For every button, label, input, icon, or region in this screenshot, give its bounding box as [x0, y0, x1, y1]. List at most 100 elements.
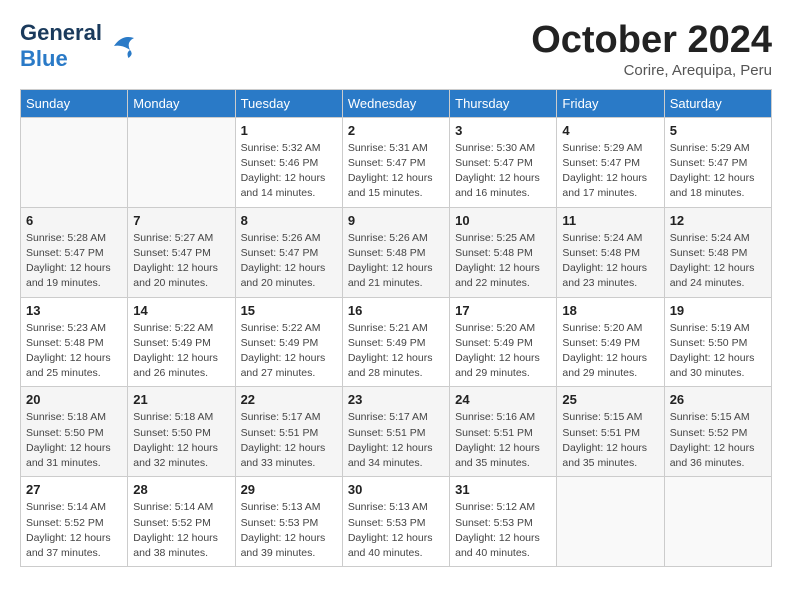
calendar-cell: 4 Sunrise: 5:29 AM Sunset: 5:47 PM Daylig… [557, 117, 664, 207]
weekday-header-tuesday: Tuesday [235, 89, 342, 117]
day-number: 2 [348, 123, 444, 138]
day-number: 19 [670, 303, 766, 318]
calendar-cell: 6 Sunrise: 5:28 AM Sunset: 5:47 PM Daylig… [21, 207, 128, 297]
day-info: Sunrise: 5:22 AM Sunset: 5:49 PM Dayligh… [241, 321, 337, 382]
weekday-header-friday: Friday [557, 89, 664, 117]
calendar-cell: 17 Sunrise: 5:20 AM Sunset: 5:49 PM Dayli… [450, 297, 557, 387]
day-info: Sunrise: 5:18 AM Sunset: 5:50 PM Dayligh… [26, 410, 122, 471]
calendar-cell: 18Sunrise: 5:20 AM Sunset: 5:49 PM Dayli… [557, 297, 664, 387]
calendar-week-row: 20 Sunrise: 5:18 AM Sunset: 5:50 PM Dayli… [21, 387, 772, 477]
title-block: October 2024 Corire, Arequipa, Peru [531, 20, 772, 79]
calendar-week-row: 27 Sunrise: 5:14 AM Sunset: 5:52 PM Dayli… [21, 477, 772, 567]
weekday-header-sunday: Sunday [21, 89, 128, 117]
logo-general-text: General Blue [20, 20, 102, 72]
calendar-cell: 30 Sunrise: 5:13 AM Sunset: 5:53 PM Dayli… [342, 477, 449, 567]
calendar-cell: 19 Sunrise: 5:19 AM Sunset: 5:50 PM Dayli… [664, 297, 771, 387]
calendar-cell: 8 Sunrise: 5:26 AM Sunset: 5:47 PM Daylig… [235, 207, 342, 297]
day-number: 15 [241, 303, 337, 318]
weekday-header-wednesday: Wednesday [342, 89, 449, 117]
calendar-cell: 11Sunrise: 5:24 AM Sunset: 5:48 PM Dayli… [557, 207, 664, 297]
day-info: Sunrise: 5:12 AM Sunset: 5:53 PM Dayligh… [455, 500, 551, 561]
day-info: Sunrise: 5:23 AM Sunset: 5:48 PM Dayligh… [26, 321, 122, 382]
day-number: 28 [133, 482, 229, 497]
calendar-cell: 27 Sunrise: 5:14 AM Sunset: 5:52 PM Dayli… [21, 477, 128, 567]
month-title: October 2024 [531, 20, 772, 62]
calendar-cell: 24 Sunrise: 5:16 AM Sunset: 5:51 PM Dayli… [450, 387, 557, 477]
weekday-header-monday: Monday [128, 89, 235, 117]
calendar-cell: 15 Sunrise: 5:22 AM Sunset: 5:49 PM Dayli… [235, 297, 342, 387]
calendar-cell: 31 Sunrise: 5:12 AM Sunset: 5:53 PM Dayli… [450, 477, 557, 567]
day-info: Sunrise: 5:28 AM Sunset: 5:47 PM Dayligh… [26, 231, 122, 292]
location-subtitle: Corire, Arequipa, Peru [531, 62, 772, 79]
day-info: Sunrise: 5:29 AM Sunset: 5:47 PM Dayligh… [562, 141, 658, 202]
calendar-cell: 16Sunrise: 5:21 AM Sunset: 5:49 PM Dayli… [342, 297, 449, 387]
day-number: 31 [455, 482, 551, 497]
day-number: 6 [26, 213, 122, 228]
day-number: 4 [562, 123, 658, 138]
calendar-header: SundayMondayTuesdayWednesdayThursdayFrid… [21, 89, 772, 117]
day-number: 3 [455, 123, 551, 138]
calendar-cell: 1 Sunrise: 5:32 AM Sunset: 5:46 PM Daylig… [235, 117, 342, 207]
day-info: Sunrise: 5:17 AM Sunset: 5:51 PM Dayligh… [241, 410, 337, 471]
day-info: Sunrise: 5:17 AM Sunset: 5:51 PM Dayligh… [348, 410, 444, 471]
calendar-cell: 13 Sunrise: 5:23 AM Sunset: 5:48 PM Dayli… [21, 297, 128, 387]
calendar-cell: 20 Sunrise: 5:18 AM Sunset: 5:50 PM Dayli… [21, 387, 128, 477]
day-info: Sunrise: 5:24 AM Sunset: 5:48 PM Dayligh… [670, 231, 766, 292]
calendar-cell: 26Sunrise: 5:15 AM Sunset: 5:52 PM Dayli… [664, 387, 771, 477]
day-number: 10 [455, 213, 551, 228]
calendar-cell: 14Sunrise: 5:22 AM Sunset: 5:49 PM Dayli… [128, 297, 235, 387]
calendar-cell: 29Sunrise: 5:13 AM Sunset: 5:53 PM Dayli… [235, 477, 342, 567]
calendar-cell: 21 Sunrise: 5:18 AM Sunset: 5:50 PM Dayli… [128, 387, 235, 477]
logo: General Blue [20, 20, 138, 72]
day-number: 21 [133, 392, 229, 407]
day-info: Sunrise: 5:31 AM Sunset: 5:47 PM Dayligh… [348, 141, 444, 202]
day-number: 30 [348, 482, 444, 497]
day-info: Sunrise: 5:13 AM Sunset: 5:53 PM Dayligh… [348, 500, 444, 561]
calendar-cell: 9Sunrise: 5:26 AM Sunset: 5:48 PM Daylig… [342, 207, 449, 297]
day-info: Sunrise: 5:16 AM Sunset: 5:51 PM Dayligh… [455, 410, 551, 471]
day-info: Sunrise: 5:13 AM Sunset: 5:53 PM Dayligh… [241, 500, 337, 561]
weekday-header-row: SundayMondayTuesdayWednesdayThursdayFrid… [21, 89, 772, 117]
day-number: 1 [241, 123, 337, 138]
day-info: Sunrise: 5:27 AM Sunset: 5:47 PM Dayligh… [133, 231, 229, 292]
day-info: Sunrise: 5:19 AM Sunset: 5:50 PM Dayligh… [670, 321, 766, 382]
day-info: Sunrise: 5:15 AM Sunset: 5:52 PM Dayligh… [670, 410, 766, 471]
page-header: General Blue October 2024 Corire, Arequi… [20, 20, 772, 79]
calendar-cell: 5 Sunrise: 5:29 AM Sunset: 5:47 PM Daylig… [664, 117, 771, 207]
day-number: 11 [562, 213, 658, 228]
day-number: 20 [26, 392, 122, 407]
calendar-week-row: 1 Sunrise: 5:32 AM Sunset: 5:46 PM Daylig… [21, 117, 772, 207]
day-number: 16 [348, 303, 444, 318]
day-info: Sunrise: 5:32 AM Sunset: 5:46 PM Dayligh… [241, 141, 337, 202]
calendar-cell: 12 Sunrise: 5:24 AM Sunset: 5:48 PM Dayli… [664, 207, 771, 297]
day-number: 7 [133, 213, 229, 228]
calendar-cell: 3Sunrise: 5:30 AM Sunset: 5:47 PM Daylig… [450, 117, 557, 207]
day-info: Sunrise: 5:20 AM Sunset: 5:49 PM Dayligh… [455, 321, 551, 382]
calendar-cell: 28 Sunrise: 5:14 AM Sunset: 5:52 PM Dayli… [128, 477, 235, 567]
day-number: 12 [670, 213, 766, 228]
logo-blue-label: Blue [20, 46, 68, 71]
day-info: Sunrise: 5:14 AM Sunset: 5:52 PM Dayligh… [133, 500, 229, 561]
day-number: 5 [670, 123, 766, 138]
day-number: 13 [26, 303, 122, 318]
day-info: Sunrise: 5:18 AM Sunset: 5:50 PM Dayligh… [133, 410, 229, 471]
calendar-cell: 23Sunrise: 5:17 AM Sunset: 5:51 PM Dayli… [342, 387, 449, 477]
calendar-cell: 25Sunrise: 5:15 AM Sunset: 5:51 PM Dayli… [557, 387, 664, 477]
logo-bird-icon [106, 30, 138, 62]
day-info: Sunrise: 5:22 AM Sunset: 5:49 PM Dayligh… [133, 321, 229, 382]
day-info: Sunrise: 5:29 AM Sunset: 5:47 PM Dayligh… [670, 141, 766, 202]
day-info: Sunrise: 5:26 AM Sunset: 5:47 PM Dayligh… [241, 231, 337, 292]
day-number: 17 [455, 303, 551, 318]
day-number: 18 [562, 303, 658, 318]
calendar-cell [128, 117, 235, 207]
day-number: 27 [26, 482, 122, 497]
calendar-cell [664, 477, 771, 567]
day-number: 24 [455, 392, 551, 407]
calendar-cell [557, 477, 664, 567]
day-number: 9 [348, 213, 444, 228]
calendar-cell: 7 Sunrise: 5:27 AM Sunset: 5:47 PM Daylig… [128, 207, 235, 297]
day-number: 8 [241, 213, 337, 228]
calendar-cell: 10 Sunrise: 5:25 AM Sunset: 5:48 PM Dayli… [450, 207, 557, 297]
day-info: Sunrise: 5:25 AM Sunset: 5:48 PM Dayligh… [455, 231, 551, 292]
day-info: Sunrise: 5:14 AM Sunset: 5:52 PM Dayligh… [26, 500, 122, 561]
